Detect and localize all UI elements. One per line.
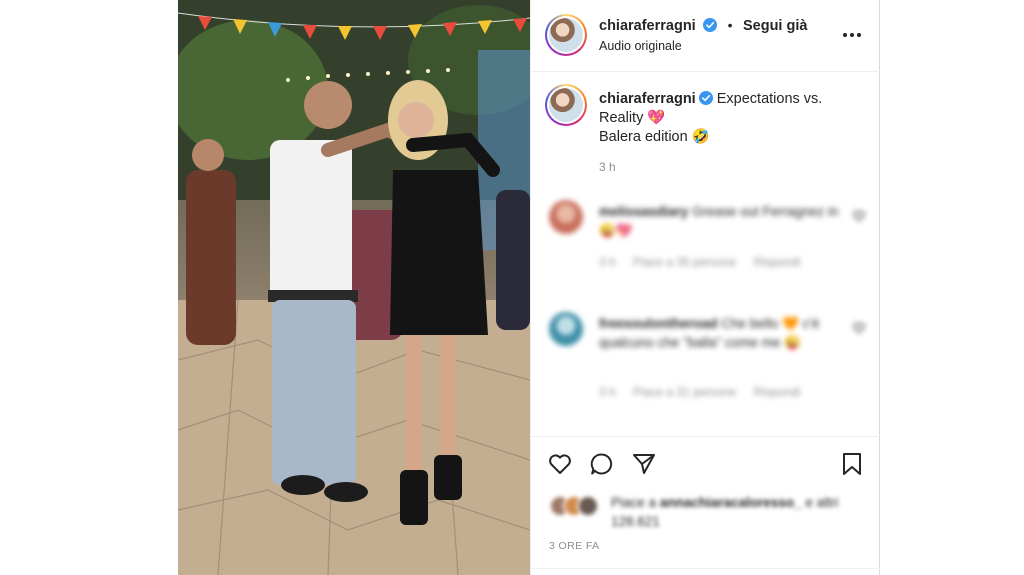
commenter-username[interactable]: melissasdiary [599, 204, 688, 219]
likes-text: Piace a annachiaracaloresso_ e altri 128… [611, 493, 867, 531]
post-video[interactable] [178, 0, 530, 575]
more-options-icon[interactable] [841, 26, 863, 44]
comment-likes[interactable]: Piace a 31 persone [633, 385, 736, 399]
comment-likes[interactable]: Piace a 35 persone [633, 255, 736, 269]
bunting-flags [178, 12, 530, 40]
comment-meta: 3 h Piace a 35 persone Rispondi [599, 255, 814, 269]
post-actions: Piace a annachiaracaloresso_ e altri 128… [531, 436, 881, 575]
video-frame-party-scene [178, 0, 530, 575]
caption-author-avatar[interactable] [545, 84, 587, 126]
separator-dot: • [727, 17, 733, 33]
caption-line-2: Reality 💖 [599, 110, 666, 126]
verified-badge-icon [698, 91, 713, 105]
share-icon[interactable] [631, 451, 657, 477]
comment-time: 3 h [599, 385, 616, 399]
follow-status-button[interactable]: Segui già [743, 18, 807, 34]
panel-bottom-border [530, 568, 880, 569]
commenter-avatar[interactable] [549, 312, 583, 346]
verified-badge-icon [703, 18, 718, 32]
bookmark-icon[interactable] [839, 451, 865, 477]
author-avatar[interactable] [545, 14, 587, 56]
post-date: 3 ORE FA [549, 540, 600, 552]
audio-link[interactable]: Audio originale [599, 39, 682, 53]
liker-avatars [549, 495, 605, 517]
post-details-panel: chiaraferragni • Segui già Audio origina… [530, 0, 881, 575]
author-username[interactable]: chiaraferragni [599, 18, 696, 34]
liker-username[interactable]: annachiaracaloresso_ [660, 495, 802, 510]
instagram-post-embed: chiaraferragni • Segui già Audio origina… [0, 0, 1024, 575]
commenter-avatar[interactable] [549, 200, 583, 234]
post-header: chiaraferragni • Segui già Audio origina… [531, 0, 881, 72]
author-line: chiaraferragni • Segui già [599, 17, 807, 35]
comment-text: melissasdiary Grease out Ferragnez in 😜💖 [599, 202, 847, 240]
likes-prefix: Piace a [611, 495, 657, 510]
comment-like-icon[interactable] [853, 210, 865, 222]
comment-time: 3 h [599, 255, 616, 269]
reply-button[interactable]: Rispondi [754, 255, 801, 269]
caption-line-3: Balera edition 🤣 [599, 129, 710, 145]
comment-icon[interactable] [589, 451, 615, 477]
comment-meta: 3 h Piace a 31 persone Rispondi [599, 385, 814, 399]
caption-text: chiaraferragni Expectations vs. Reality … [599, 90, 869, 147]
commenter-username[interactable]: freesoulontheroad [599, 316, 718, 331]
caption-username[interactable]: chiaraferragni [599, 91, 696, 107]
heart-icon[interactable] [547, 451, 573, 477]
comment-text: freesoulontheroad Che bello 🧡 c'è qualcu… [599, 314, 847, 352]
comment-like-icon[interactable] [853, 322, 865, 334]
caption-line-1: Expectations vs. [716, 91, 823, 107]
reply-button[interactable]: Rispondi [754, 385, 801, 399]
caption-timestamp: 3 h [599, 160, 616, 174]
